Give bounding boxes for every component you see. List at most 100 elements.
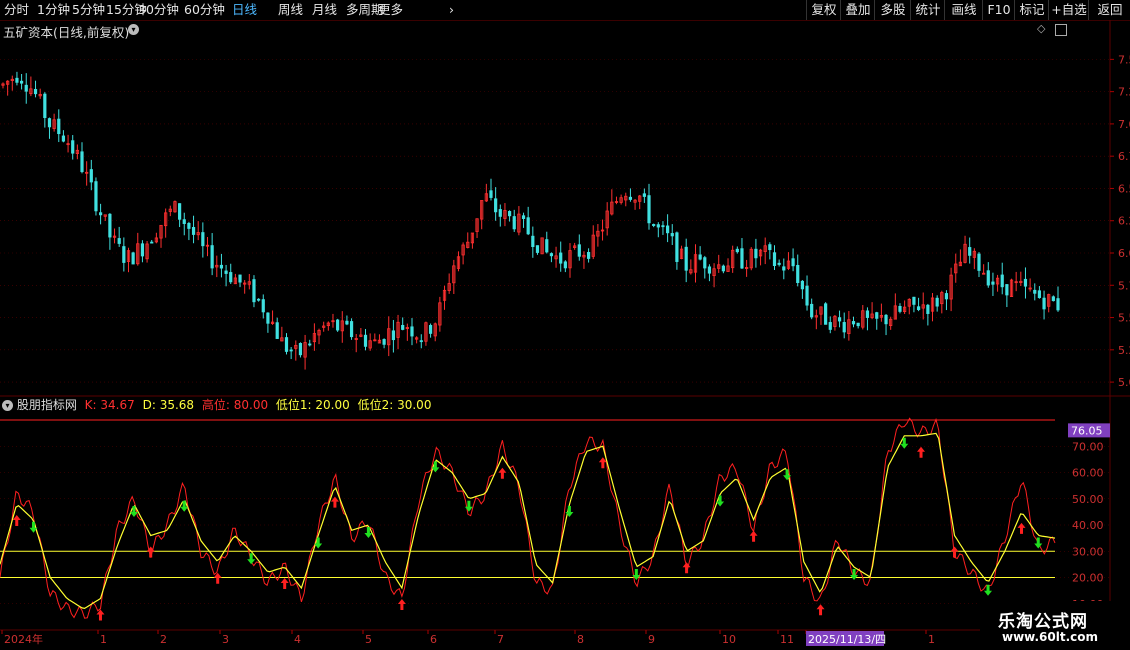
candle-body [94, 181, 98, 212]
kd-tick-label: 50.00 [1072, 493, 1104, 506]
toolbar-button-0[interactable]: 复权 [806, 0, 841, 20]
candle-body [131, 252, 135, 265]
candle-body [777, 262, 781, 265]
candle-body [19, 80, 24, 84]
candle-body [336, 319, 340, 331]
candle-body [89, 169, 93, 183]
candle-body [842, 322, 846, 333]
candle-body [401, 324, 405, 330]
candle-body [735, 248, 739, 253]
candle-body [1056, 298, 1060, 311]
toolbar-button-5[interactable]: F10 [982, 0, 1015, 20]
candle-body [252, 279, 256, 303]
chevron-right-icon[interactable]: › [449, 2, 454, 18]
candle-body [545, 239, 549, 253]
period-tab-2[interactable]: 5分钟 [72, 2, 105, 18]
buy-arrow-icon [749, 530, 758, 542]
candle-body [419, 340, 423, 343]
candle-body [586, 251, 591, 259]
candle-body [684, 246, 688, 271]
candle-body [1051, 296, 1055, 302]
toolbar-button-2[interactable]: 多股 [874, 0, 911, 20]
period-tab-8[interactable]: 月线 [312, 2, 337, 18]
candle-body [284, 337, 289, 352]
buy-arrow-icon [950, 546, 959, 558]
candle-body [382, 339, 386, 345]
candle-body [898, 305, 902, 312]
candle-body [308, 343, 312, 346]
candle-body [61, 135, 66, 142]
candle-body [1037, 290, 1042, 299]
candle-body [33, 88, 38, 95]
candle-body [1042, 297, 1046, 310]
candle-body [363, 334, 368, 347]
candle-body [851, 321, 856, 325]
indicator-low2: 低位2: 30.00 [357, 398, 432, 412]
price-tick-label: 5.50 [1118, 312, 1130, 325]
toolbar-button-8[interactable]: 返回 [1088, 0, 1130, 20]
candle-body [117, 238, 121, 244]
time-label: 10 [722, 633, 736, 646]
candle-body [410, 326, 414, 337]
candle-body [210, 245, 214, 269]
toolbar-button-6[interactable]: 标记 [1014, 0, 1049, 20]
price-tick-label: 5.25 [1118, 344, 1130, 357]
candle-body [80, 151, 84, 173]
candle-body [526, 217, 530, 235]
candle-body [298, 343, 303, 356]
candle-body [828, 322, 832, 330]
candle-body [345, 320, 349, 325]
period-tab-7[interactable]: 周线 [278, 2, 303, 18]
candle-body [926, 304, 930, 314]
candle-body [772, 252, 777, 267]
candle-body [43, 93, 47, 119]
candle-body [1033, 289, 1037, 294]
price-tick-label: 7.00 [1118, 118, 1130, 131]
candle-body [122, 246, 126, 263]
candle-body [782, 266, 786, 271]
candle-body [428, 325, 433, 334]
kd-tick-label: 40.00 [1072, 519, 1104, 532]
candle-body [178, 203, 182, 220]
kd-tick-label: 60.00 [1072, 467, 1104, 480]
toolbar-button-3[interactable]: 统计 [910, 0, 945, 20]
candle-body [703, 257, 707, 269]
candle-body [187, 222, 191, 229]
candle-body [238, 274, 242, 283]
candle-body [837, 317, 842, 322]
toolbar-button-1[interactable]: 叠加 [840, 0, 875, 20]
candle-body [875, 312, 879, 319]
candle-body [559, 252, 563, 264]
candle-body [521, 215, 526, 219]
time-label: 2 [160, 633, 167, 646]
time-label: 4 [294, 633, 301, 646]
period-tab-0[interactable]: 分时 [4, 2, 29, 18]
time-label: 5 [365, 633, 372, 646]
indicator-k: K: 34.67 [84, 398, 135, 412]
period-tab-1[interactable]: 1分钟 [37, 2, 70, 18]
candle-body [182, 219, 186, 224]
candle-body [289, 349, 293, 352]
candle-body [791, 258, 795, 267]
toolbar-button-4[interactable]: 画线 [944, 0, 983, 20]
sell-arrow-icon [1034, 537, 1043, 549]
toolbar-button-7[interactable]: +自选 [1048, 0, 1089, 20]
candle-body [275, 322, 279, 339]
candle-body [229, 272, 233, 283]
time-label: 11 [780, 633, 794, 646]
candle-body [647, 195, 651, 224]
candle-body [754, 248, 758, 259]
period-tab-10[interactable]: 更多 [378, 2, 403, 18]
chevron-down-icon[interactable]: ▾ [2, 400, 13, 411]
candle-body [707, 266, 712, 274]
chart-canvas[interactable]: 7.50 7.25 7.00 6.75 6.50 6.25 6.00 5.75 5.50 5.25… [0, 20, 1130, 650]
candle-body [1000, 274, 1004, 288]
period-tab-6[interactable]: 日线 [232, 2, 257, 18]
candle-body [507, 211, 512, 217]
price-tick-label: 6.50 [1118, 182, 1130, 195]
candle-body [944, 293, 949, 300]
period-tab-5[interactable]: 60分钟 [184, 2, 225, 18]
period-tab-4[interactable]: 30分钟 [138, 2, 179, 18]
candle-body [652, 224, 656, 226]
price-tick-label: 5.75 [1118, 279, 1130, 292]
